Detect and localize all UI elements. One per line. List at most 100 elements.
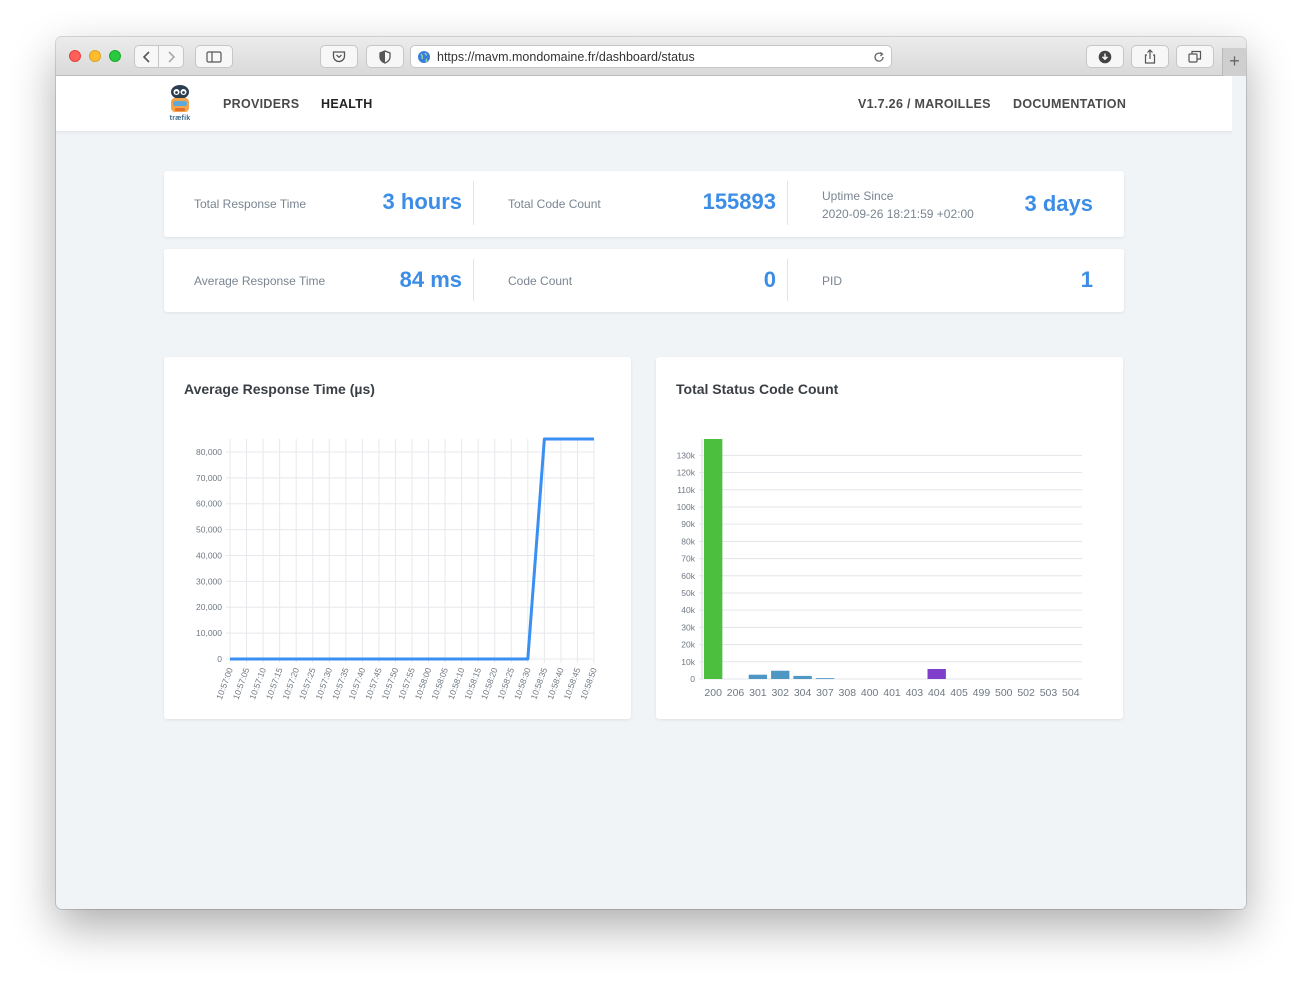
- y-tick-label: 20,000: [196, 602, 222, 612]
- line-chart: 0 10,000 20,000 30,000 40,000 50,000 60,000 70,…: [196, 437, 599, 701]
- uptime-date: 2020-09-26 18:21:59 +02:00: [822, 207, 974, 221]
- share-button[interactable]: [1131, 45, 1169, 68]
- forward-button[interactable]: [159, 45, 184, 68]
- nav-health[interactable]: HEALTH: [321, 97, 373, 111]
- x-tick-label: 308: [839, 687, 857, 699]
- stat-label: Total Code Count: [508, 197, 601, 211]
- reload-icon[interactable]: [873, 51, 885, 63]
- chevron-right-icon: [168, 50, 176, 63]
- version-label: V1.7.26 / MAROILLES: [858, 97, 991, 111]
- bar-307: [815, 678, 835, 679]
- url-text: https://mavm.mondomaine.fr/dashboard/sta…: [437, 49, 695, 64]
- tabs-icon: [1188, 50, 1202, 63]
- y-tick-label: 40k: [681, 605, 695, 615]
- share-icon: [1144, 49, 1156, 64]
- status-code-count-chart-card: Total Status Code Count 0 10k 20k 30k 40k 50k…: [656, 357, 1123, 719]
- top-navbar: træfik PROVIDERS HEALTH V1.7.26 / MAROIL…: [56, 76, 1232, 132]
- shield-icon: [379, 49, 391, 64]
- x-tick-label: 304: [794, 687, 812, 699]
- y-tick-label: 30k: [681, 622, 695, 632]
- x-tick-label: 502: [1017, 687, 1035, 699]
- traefik-logo[interactable]: træfik: [166, 84, 194, 124]
- y-tick-label: 70k: [681, 554, 695, 564]
- x-tick-label: 307: [816, 687, 834, 699]
- stats-card-totals: Total Response Time 3 hours Total Code C…: [164, 171, 1124, 237]
- x-tick-label: 404: [928, 687, 946, 699]
- stat-total-code-count: Total Code Count 155893: [478, 171, 792, 237]
- y-tick-label: 130k: [677, 450, 696, 460]
- divider: [787, 259, 788, 301]
- stat-label: Average Response Time: [194, 274, 326, 288]
- chevron-left-icon: [142, 50, 150, 63]
- stat-average-response-time: Average Response Time 84 ms: [164, 249, 478, 312]
- x-tick-label: 301: [749, 687, 767, 699]
- y-tick-label: 90k: [681, 519, 695, 529]
- stat-label: Total Response Time: [194, 197, 307, 211]
- divider: [787, 181, 788, 225]
- bar-200: [704, 439, 723, 679]
- sidebar-icon: [206, 50, 222, 63]
- nav-providers[interactable]: PROVIDERS: [223, 97, 299, 111]
- close-window-button[interactable]: [69, 50, 81, 62]
- logo-wordmark: træfik: [169, 115, 191, 122]
- stat-pid: PID 1: [792, 249, 1124, 312]
- tabs-overview-button[interactable]: [1176, 45, 1214, 68]
- x-tick-label: 302: [771, 687, 789, 699]
- y-tick-label: 0: [690, 674, 695, 684]
- y-tick-label: 50,000: [196, 525, 222, 535]
- sidebar-toggle-button[interactable]: [195, 45, 233, 68]
- stat-uptime: Uptime Since 2020-09-26 18:21:59 +02:00 …: [792, 171, 1124, 237]
- x-tick-label: 403: [906, 687, 924, 699]
- x-tick-label: 500: [995, 687, 1013, 699]
- stat-value: 0: [763, 267, 776, 292]
- y-tick-label: 110k: [677, 485, 696, 495]
- minimize-window-button[interactable]: [89, 50, 101, 62]
- average-response-time-chart-card: Average Response Time (µs) 0 10,000 20,000…: [164, 357, 631, 719]
- browser-toolbar: https://mavm.mondomaine.fr/dashboard/sta…: [56, 37, 1246, 76]
- bar-304: [793, 675, 812, 679]
- stat-label: PID: [822, 274, 843, 288]
- stats-card-current: Average Response Time 84 ms Code Count 0…: [164, 249, 1124, 312]
- y-tick-label: 40,000: [196, 550, 222, 560]
- y-tick-label: 70,000: [196, 473, 222, 483]
- stat-label: Uptime Since: [822, 189, 894, 203]
- stat-value: 1: [1080, 267, 1093, 292]
- pocket-icon: [332, 51, 346, 63]
- nav-documentation[interactable]: DOCUMENTATION: [1013, 97, 1126, 111]
- x-tick-label: 401: [883, 687, 901, 699]
- y-tick-label: 60k: [681, 571, 695, 581]
- download-icon: [1098, 50, 1112, 63]
- privacy-shield-button[interactable]: [366, 45, 404, 68]
- y-tick-label: 50k: [681, 588, 695, 598]
- address-bar[interactable]: https://mavm.mondomaine.fr/dashboard/sta…: [410, 45, 892, 68]
- bar-chart: 0 10k 20k 30k 40k 50k 60k 70k 80k 90k 100k 110k 120k…: [677, 439, 1082, 699]
- x-tick-label: 499: [973, 687, 991, 699]
- x-tick-label: 503: [1040, 687, 1058, 699]
- pocket-button[interactable]: [320, 45, 358, 68]
- y-tick-label: 80,000: [196, 447, 222, 457]
- x-tick-label: 206: [727, 687, 745, 699]
- new-tab-button[interactable]: +: [1222, 48, 1246, 76]
- stat-value: 155893: [702, 189, 776, 214]
- bar-302: [771, 670, 790, 679]
- divider: [473, 259, 474, 301]
- downloads-button[interactable]: [1086, 45, 1124, 68]
- stat-value: 3 days: [1024, 191, 1094, 216]
- y-tick-label: 30,000: [196, 576, 222, 586]
- y-tick-label: 100k: [677, 502, 696, 512]
- stat-total-response-time: Total Response Time 3 hours: [164, 171, 478, 237]
- zoom-window-button[interactable]: [109, 50, 121, 62]
- browser-window: https://mavm.mondomaine.fr/dashboard/sta…: [56, 37, 1246, 909]
- bar-404: [927, 669, 946, 679]
- page-scrollbar[interactable]: [1232, 76, 1246, 909]
- y-tick-label: 80k: [681, 536, 695, 546]
- bar-301: [748, 674, 768, 679]
- back-button[interactable]: [134, 45, 159, 68]
- stat-value: 84 ms: [399, 267, 462, 292]
- x-tick-label: 405: [950, 687, 968, 699]
- y-tick-label: 10,000: [196, 628, 222, 638]
- stat-label: Code Count: [508, 274, 573, 288]
- x-tick-label: 200: [704, 687, 722, 699]
- x-tick-label: 400: [861, 687, 879, 699]
- stat-value: 3 hours: [382, 189, 462, 214]
